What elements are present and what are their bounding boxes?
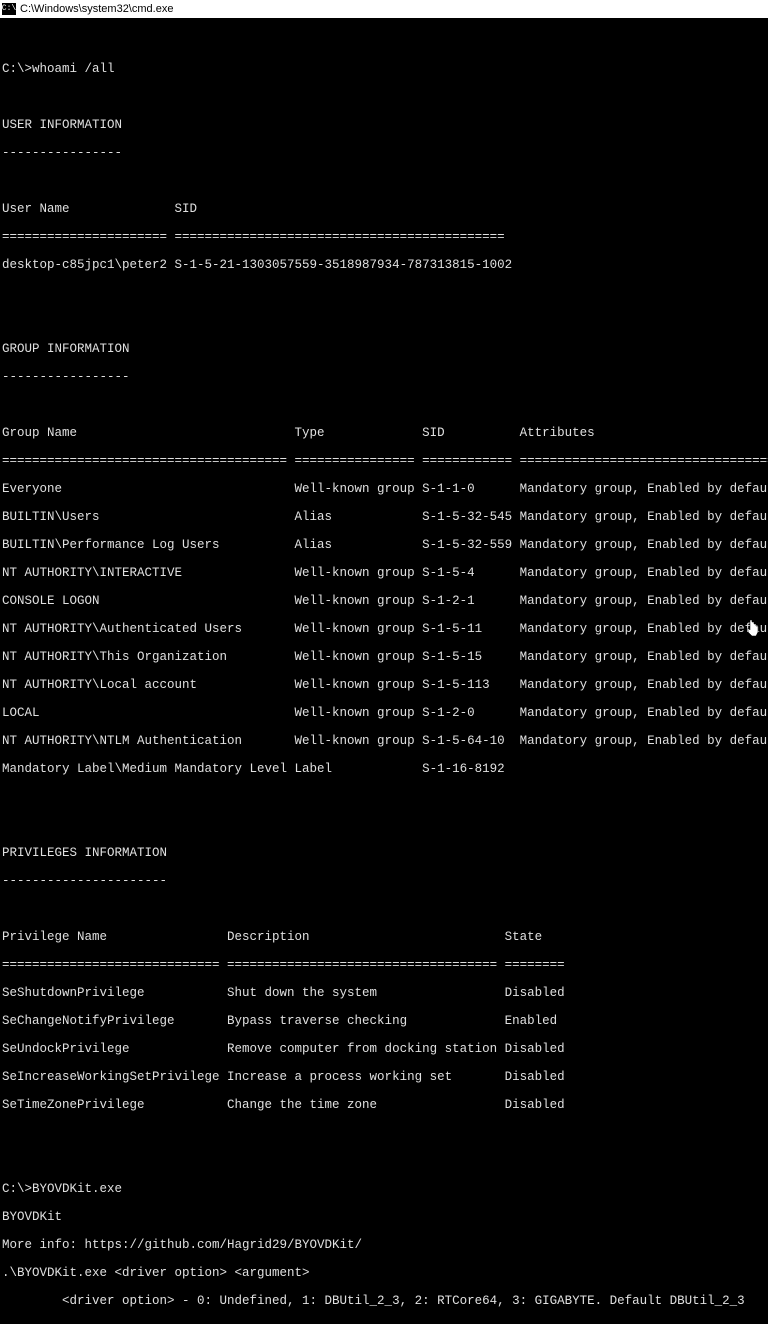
blank-line [2,1126,766,1140]
table-row: SeTimeZonePrivilege Change the time zone… [2,1098,766,1112]
blank-line [2,902,766,916]
table-header: User Name SID [2,202,766,216]
terminal-output[interactable]: C:\>whoami /all USER INFORMATION -------… [0,18,768,1324]
cmd-icon: C:\ [2,3,16,15]
table-sep: ============================= ==========… [2,958,766,972]
table-row: BUILTIN\Performance Log Users Alias S-1-… [2,538,766,552]
blank-line [2,1154,766,1168]
title-bar[interactable]: C:\ C:\Windows\system32\cmd.exe [0,0,768,18]
table-sep: ====================================== =… [2,454,766,468]
blank-line [2,34,766,48]
table-row: SeShutdownPrivilege Shut down the system… [2,986,766,1000]
section-dash: ---------------- [2,146,766,160]
blank-line [2,314,766,328]
blank-line [2,790,766,804]
section-dash: ----------------- [2,370,766,384]
table-row: NT AUTHORITY\Authenticated Users Well-kn… [2,622,766,636]
table-row: BUILTIN\Users Alias S-1-5-32-545 Mandato… [2,510,766,524]
table-sep: ====================== =================… [2,230,766,244]
table-row: SeUndockPrivilege Remove computer from d… [2,1042,766,1056]
table-row: NT AUTHORITY\This Organization Well-know… [2,650,766,664]
blank-line [2,286,766,300]
table-row: NT AUTHORITY\INTERACTIVE Well-known grou… [2,566,766,580]
table-row: SeChangeNotifyPrivilege Bypass traverse … [2,1014,766,1028]
section-header: USER INFORMATION [2,118,766,132]
section-header: GROUP INFORMATION [2,342,766,356]
blank-line [2,90,766,104]
table-row: Mandatory Label\Medium Mandatory Level L… [2,762,766,776]
prompt-line: C:\>whoami /all [2,62,766,76]
table-row: NT AUTHORITY\NTLM Authentication Well-kn… [2,734,766,748]
table-row: desktop-c85jpc1\peter2 S-1-5-21-13030575… [2,258,766,272]
table-row: NT AUTHORITY\Local account Well-known gr… [2,678,766,692]
output-line: <driver option> - 0: Undefined, 1: DBUti… [2,1294,766,1308]
section-header: PRIVILEGES INFORMATION [2,846,766,860]
table-header: Group Name Type SID Attributes [2,426,766,440]
blank-line [2,174,766,188]
table-row: LOCAL Well-known group S-1-2-0 Mandatory… [2,706,766,720]
table-header: Privilege Name Description State [2,930,766,944]
section-dash: ---------------------- [2,874,766,888]
blank-line [2,398,766,412]
blank-line [2,818,766,832]
title-text: C:\Windows\system32\cmd.exe [20,2,173,16]
prompt-line: C:\>BYOVDKit.exe [2,1182,766,1196]
table-row: SeIncreaseWorkingSetPrivilege Increase a… [2,1070,766,1084]
table-row: CONSOLE LOGON Well-known group S-1-2-1 M… [2,594,766,608]
table-row: Everyone Well-known group S-1-1-0 Mandat… [2,482,766,496]
output-line: BYOVDKit [2,1210,766,1224]
output-line: .\BYOVDKit.exe <driver option> <argument… [2,1266,766,1280]
output-line: More info: https://github.com/Hagrid29/B… [2,1238,766,1252]
